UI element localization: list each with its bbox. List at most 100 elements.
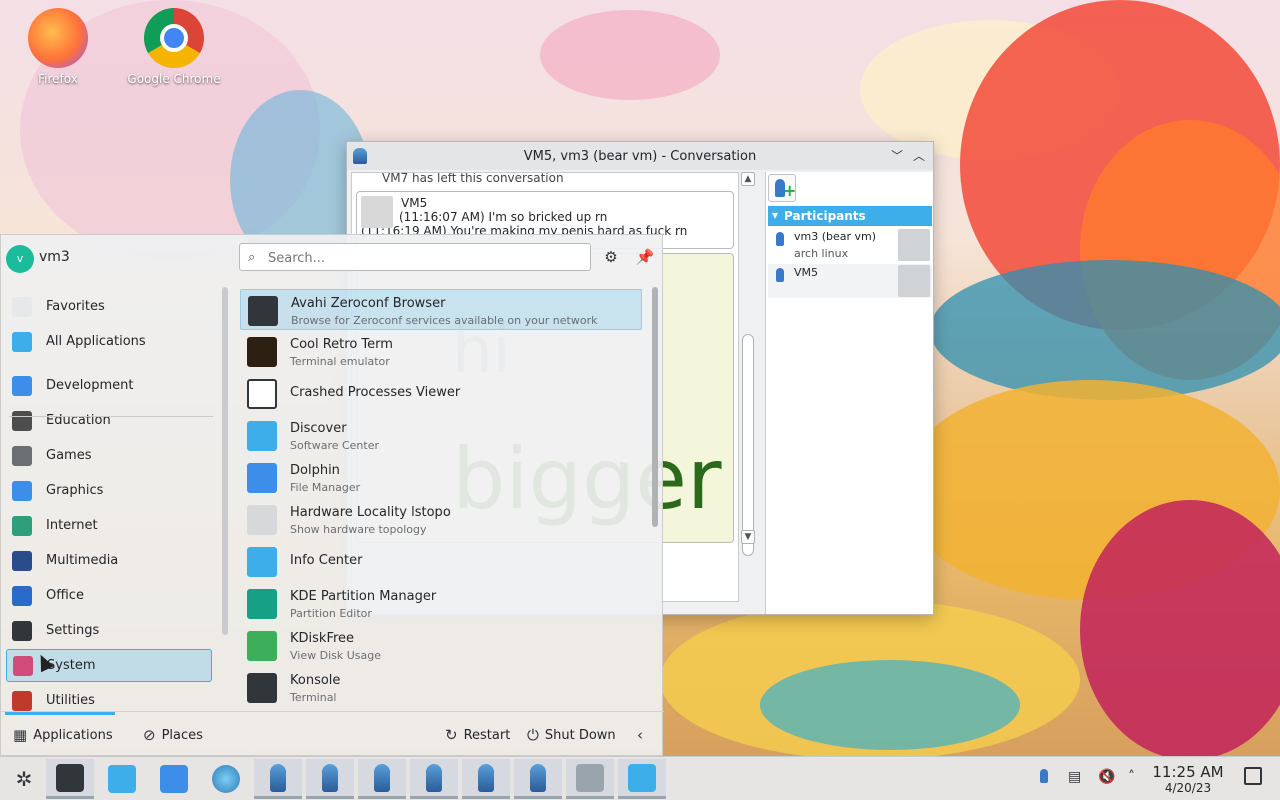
discover-icon — [247, 421, 277, 451]
app-item[interactable]: Hardware Locality lstopo Show hardware to… — [240, 499, 642, 540]
sliders-icon: ⚙ — [604, 248, 618, 266]
button-label: Restart — [463, 727, 511, 743]
taskbar-browser[interactable] — [202, 759, 250, 799]
app-description: Terminal emulator — [290, 355, 390, 368]
tab-applications[interactable]: ▦ Applications — [13, 726, 113, 744]
tab-label: Applications — [33, 727, 113, 743]
desktop-icon-chrome[interactable]: Google Chrome — [124, 8, 224, 86]
globe-icon — [12, 515, 32, 536]
partition-icon — [247, 589, 277, 619]
pidgin-icon — [478, 763, 494, 792]
app-name: Hardware Locality lstopo — [290, 505, 451, 520]
category-favorites[interactable]: Favorites — [6, 290, 212, 323]
taskbar-info-center[interactable] — [618, 759, 666, 799]
utilities-icon — [12, 690, 32, 711]
printer-icon — [576, 763, 604, 792]
taskbar-pidgin[interactable] — [514, 759, 562, 799]
pidgin-tray-icon[interactable] — [1040, 769, 1048, 787]
application-scrollbar[interactable] — [652, 287, 658, 527]
category-scrollbar[interactable] — [222, 287, 228, 635]
app-item[interactable]: Avahi Zeroconf Browser Browse for Zerocon… — [240, 289, 642, 330]
pin-icon: 📌 — [635, 248, 655, 266]
participant-name: VM5 — [794, 266, 819, 279]
category-office[interactable]: Office — [6, 579, 212, 612]
status-line: VM7 has left this conversation — [382, 173, 564, 185]
window-titlebar[interactable]: VM5, vm3 (bear vm) - Conversation ﹀ ︿ — [347, 142, 933, 170]
pin-button[interactable]: 📌 — [633, 245, 657, 269]
scrollbar-thumb[interactable] — [742, 334, 754, 556]
app-name: Discover — [290, 421, 347, 436]
category-settings[interactable]: Settings — [6, 614, 212, 647]
taskbar-pidgin[interactable] — [254, 759, 302, 799]
taskbar-dolphin[interactable] — [150, 759, 198, 799]
taskbar-pidgin[interactable] — [462, 759, 510, 799]
pidgin-icon — [322, 763, 338, 792]
category-education[interactable]: Education — [6, 404, 212, 437]
desktop-icon-firefox[interactable]: Firefox — [8, 8, 108, 86]
scroll-down-icon[interactable]: ▼ — [741, 530, 755, 544]
category-label: All Applications — [46, 334, 146, 349]
participant-name: vm3 (bear vm) — [794, 230, 877, 243]
multimedia-icon — [12, 550, 32, 571]
search-field[interactable]: ⌕ — [239, 243, 591, 271]
participants-header[interactable]: Participants — [768, 206, 932, 226]
volume-muted-icon[interactable]: 🔇 — [1098, 769, 1115, 785]
category-development[interactable]: Development — [6, 369, 212, 402]
app-item[interactable]: KDiskFree View Disk Usage — [240, 625, 642, 666]
tab-places[interactable]: ⊘ Places — [143, 726, 203, 744]
maximize-icon[interactable]: ︿ — [913, 147, 925, 164]
taskbar-pidgin[interactable] — [410, 759, 458, 799]
globe-icon — [212, 765, 240, 793]
app-name: Dolphin — [290, 463, 340, 478]
add-participant-button[interactable]: + — [768, 174, 796, 202]
education-icon — [12, 410, 32, 431]
app-item[interactable]: Crashed Processes Viewer — [240, 373, 642, 414]
app-item[interactable]: Cool Retro Term Terminal emulator — [240, 331, 642, 372]
launcher-button[interactable]: ✲ — [0, 759, 48, 799]
category-multimedia[interactable]: Multimedia — [6, 544, 212, 577]
pidgin-icon — [530, 763, 546, 792]
webcam-avatar — [898, 229, 930, 261]
taskbar-pidgin[interactable] — [358, 759, 406, 799]
avatar[interactable]: v — [6, 245, 34, 273]
restart-button[interactable]: ↻ Restart — [445, 726, 510, 744]
app-item[interactable]: Discover Software Center — [240, 415, 642, 456]
shutdown-button[interactable]: ⏻ Shut Down — [527, 726, 616, 744]
participant-row[interactable]: VM5 — [768, 264, 932, 298]
app-item[interactable]: Info Center — [240, 541, 642, 582]
minimize-icon[interactable]: ﹀ — [891, 147, 903, 164]
category-all-applications[interactable]: All Applications — [6, 325, 212, 358]
taskbar-settings[interactable] — [46, 759, 94, 799]
taskbar-pidgin[interactable] — [306, 759, 354, 799]
app-name: Konsole — [290, 673, 341, 688]
scroll-up-icon[interactable]: ▲ — [741, 172, 755, 186]
app-item[interactable]: KDE Partition Manager Partition Editor — [240, 583, 642, 624]
category-games[interactable]: Games — [6, 439, 212, 472]
participant-row[interactable]: vm3 (bear vm) arch linux — [768, 228, 932, 262]
pidgin-icon — [270, 763, 286, 792]
clipboard-icon[interactable]: ▤ — [1068, 769, 1081, 785]
app-description: File Manager — [290, 481, 361, 494]
app-item[interactable]: Dolphin File Manager — [240, 457, 642, 498]
configure-button[interactable]: ⚙ — [599, 245, 623, 269]
category-system[interactable]: System — [6, 649, 212, 682]
folder-icon — [247, 463, 277, 493]
show-desktop-button[interactable] — [1244, 767, 1262, 785]
more-power-options-button[interactable]: ‹ — [637, 726, 643, 744]
chat-scrollbar[interactable]: ▲ ▼ — [740, 172, 758, 556]
kde-icon: ✲ — [15, 767, 33, 791]
app-name: KDiskFree — [290, 631, 355, 646]
app-item[interactable]: Konsole Terminal — [240, 667, 642, 708]
clock[interactable]: 11:25 AM 4/20/23 — [1148, 763, 1228, 795]
search-input[interactable] — [268, 248, 578, 268]
discover-icon — [108, 765, 136, 793]
taskbar: ✲ ▤ 🔇 ˄ 11:25 AM 4/20/23 — [0, 756, 1280, 800]
chevron-up-icon[interactable]: ˄ — [1128, 769, 1135, 785]
tab-label: Places — [161, 727, 203, 743]
compass-icon: ⊘ — [143, 726, 156, 744]
category-graphics[interactable]: Graphics — [6, 474, 212, 507]
taskbar-discover[interactable] — [98, 759, 146, 799]
category-internet[interactable]: Internet — [6, 509, 212, 542]
user-icon — [776, 268, 784, 282]
taskbar-printer[interactable] — [566, 759, 614, 799]
